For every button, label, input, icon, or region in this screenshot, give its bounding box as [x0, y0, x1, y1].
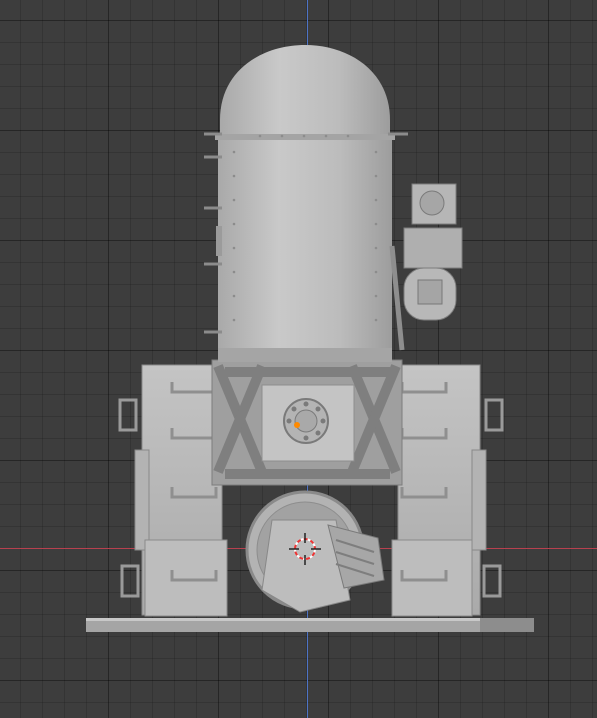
- object-origin-icon[interactable]: [294, 422, 300, 428]
- base-plate: [86, 618, 534, 632]
- mount-frame: [211, 359, 403, 486]
- left-magazine-box: [118, 364, 228, 617]
- ciws-model[interactable]: [0, 0, 597, 718]
- 3d-viewport[interactable]: [0, 0, 597, 718]
- right-magazine-box: [391, 364, 504, 617]
- sensor-pod: [389, 183, 463, 351]
- radome: [204, 45, 408, 362]
